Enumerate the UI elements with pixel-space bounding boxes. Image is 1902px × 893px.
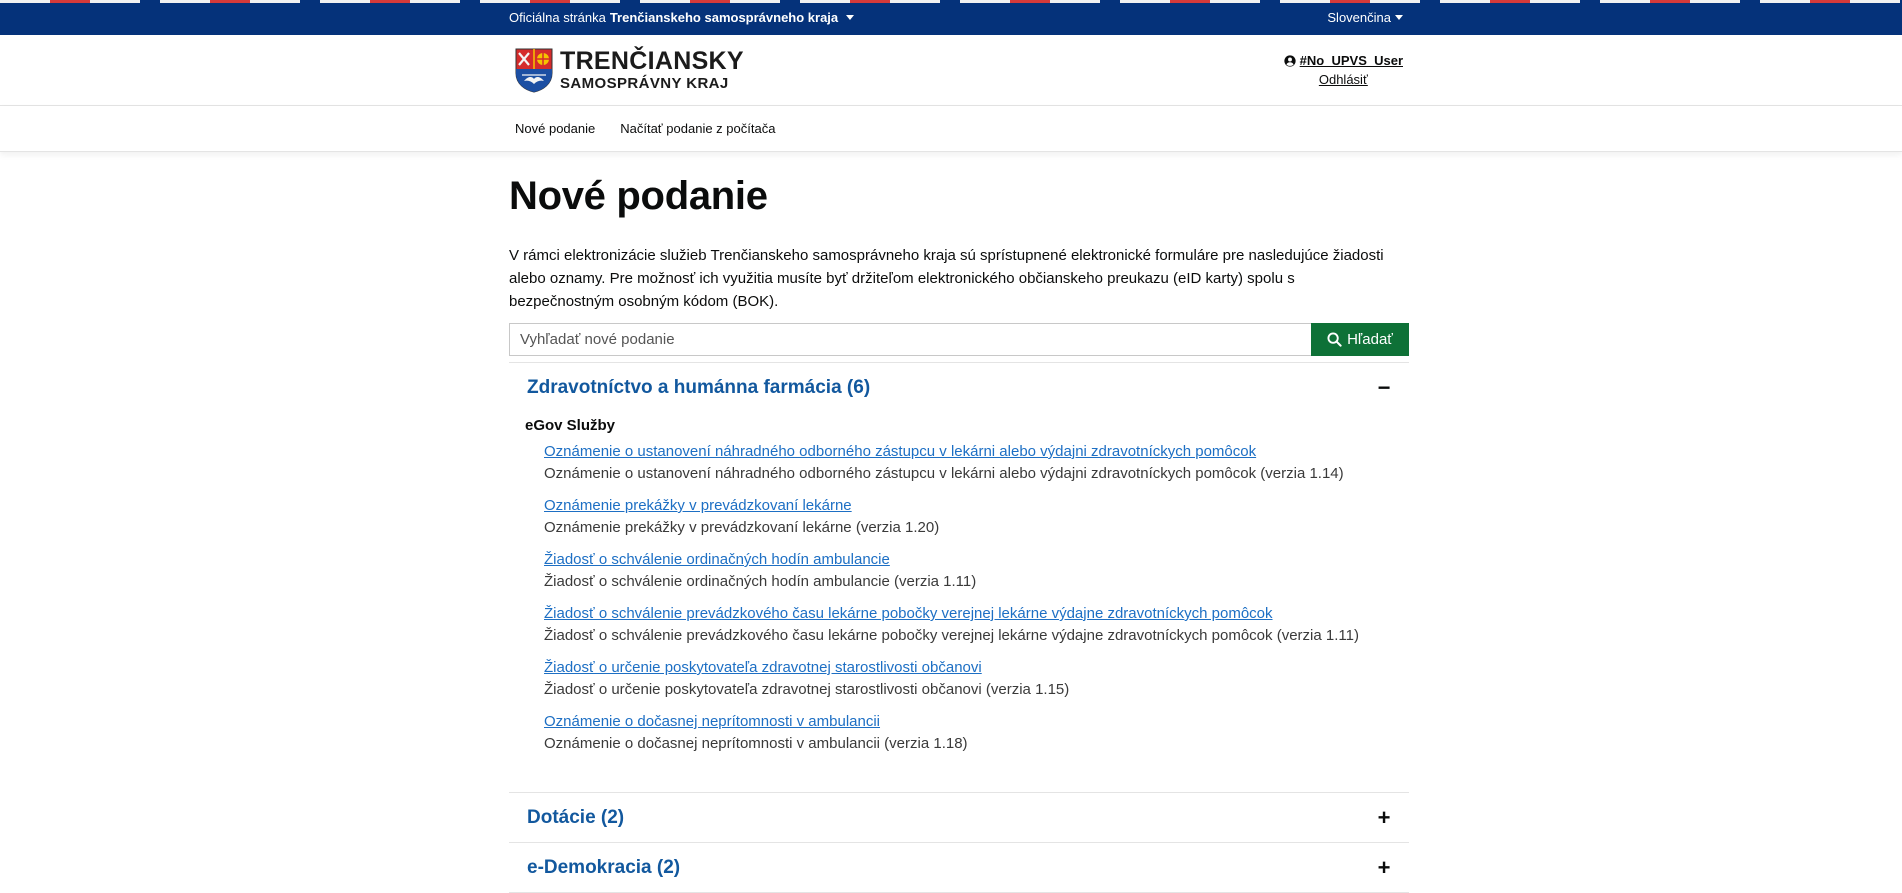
official-site-bar: Oficiálna stránka Trenčianskeho samosprá… [0,0,1902,35]
intro-text: V rámci elektronizácie služieb Trenčians… [509,247,1384,310]
nav-item-new-submission[interactable]: Nové podanie [515,121,595,136]
language-selector[interactable]: Slovenčina [1327,10,1403,25]
search-icon [1327,332,1342,347]
service-link[interactable]: Žiadosť o určenie poskytovateľa zdravotn… [544,658,1393,678]
category-grants: Dotácie (2) + [509,793,1409,843]
list-item: Oznámenie o ustanovení náhradného odborn… [544,442,1393,484]
service-link[interactable]: Oznámenie prekážky v prevádzkovaní lekár… [544,496,1393,516]
category-title: e-Demokracia (2) [527,856,681,878]
service-link[interactable]: Žiadosť o schválenie ordinačných hodín a… [544,550,1393,570]
list-item: Oznámenie prekážky v prevádzkovaní lekár… [544,496,1393,538]
search-button[interactable]: Hľadať [1311,323,1409,356]
service-description: Oznámenie prekážky v prevádzkovaní lekár… [544,519,940,536]
site-header: TRENČIANSKY SAMOSPRÁVNY KRAJ #No_UPVS_Us… [0,35,1902,106]
official-site-dropdown[interactable]: Oficiálna stránka Trenčianskeho samosprá… [509,10,855,25]
search-bar: Hľadať [509,323,1409,356]
user-name-link[interactable]: #No_UPVS_User [1284,53,1403,68]
list-item: Žiadosť o schválenie ordinačných hodín a… [544,550,1393,592]
nav-item-load-submission[interactable]: Načítať podanie z počítača [620,121,775,136]
logo-line1: TRENČIANSKY [560,47,744,75]
user-name: #No_UPVS_User [1299,53,1403,68]
search-input[interactable] [509,323,1311,356]
service-description: Oznámenie o dočasnej neprítomnosti v amb… [544,735,968,752]
caret-down-icon [846,15,855,20]
list-item: Žiadosť o určenie poskytovateľa zdravotn… [544,658,1393,700]
logo-line2: SAMOSPRÁVNY KRAJ [560,75,729,92]
category-accordion: Zdravotníctvo a humánna farmácia (6) − e… [509,362,1409,893]
minus-icon[interactable]: − [1377,377,1391,399]
category-e-democracy: e-Demokracia (2) + [509,843,1409,893]
service-link[interactable]: Žiadosť o schválenie prevádzkového času … [544,604,1393,624]
category-header[interactable]: Zdravotníctvo a humánna farmácia (6) − [509,363,1409,413]
official-prefix: Oficiálna stránka [509,10,606,25]
service-link[interactable]: Oznámenie o dočasnej neprítomnosti v amb… [544,712,1393,732]
category-title: Dotácie (2) [527,806,625,828]
main-content: Nové podanie V rámci elektronizácie služ… [509,174,1409,893]
service-description: Oznámenie o ustanovení náhradného odborn… [544,465,1344,482]
plus-icon[interactable]: + [1377,856,1391,879]
category-header[interactable]: e-Demokracia (2) + [509,843,1409,892]
official-name: Trenčianskeho samosprávneho kraja [609,10,839,25]
service-description: Žiadosť o určenie poskytovateľa zdravotn… [544,681,1070,698]
page-title: Nové podanie [509,174,768,218]
coat-of-arms-icon [515,48,553,93]
category-title: Zdravotníctvo a humánna farmácia (6) [527,377,871,398]
category-body: eGov Služby Oznámenie o ustanovení náhra… [509,413,1409,792]
service-link[interactable]: Oznámenie o ustanovení náhradného odborn… [544,442,1393,462]
service-description: Žiadosť o schválenie ordinačných hodín a… [544,573,977,590]
language-label: Slovenčina [1327,10,1391,25]
category-health: Zdravotníctvo a humánna farmácia (6) − e… [509,363,1409,793]
user-circle-icon [1284,54,1296,67]
plus-icon[interactable]: + [1377,806,1391,829]
main-nav: Nové podanie Načítať podanie z počítača [0,106,1902,152]
category-header[interactable]: Dotácie (2) + [509,793,1409,842]
search-button-label: Hľadať [1347,331,1393,348]
service-description: Žiadosť o schválenie prevádzkového času … [544,627,1359,644]
list-item: Oznámenie o dočasnej neprítomnosti v amb… [544,712,1393,754]
user-panel: #No_UPVS_User Odhlásiť [1284,53,1403,87]
caret-down-icon [1395,15,1403,20]
logout-link[interactable]: Odhlásiť [1284,72,1403,87]
section-label: eGov Služby [525,417,616,434]
site-logo[interactable]: TRENČIANSKY SAMOSPRÁVNY KRAJ [514,47,744,93]
list-item: Žiadosť o schválenie prevádzkového času … [544,604,1393,646]
